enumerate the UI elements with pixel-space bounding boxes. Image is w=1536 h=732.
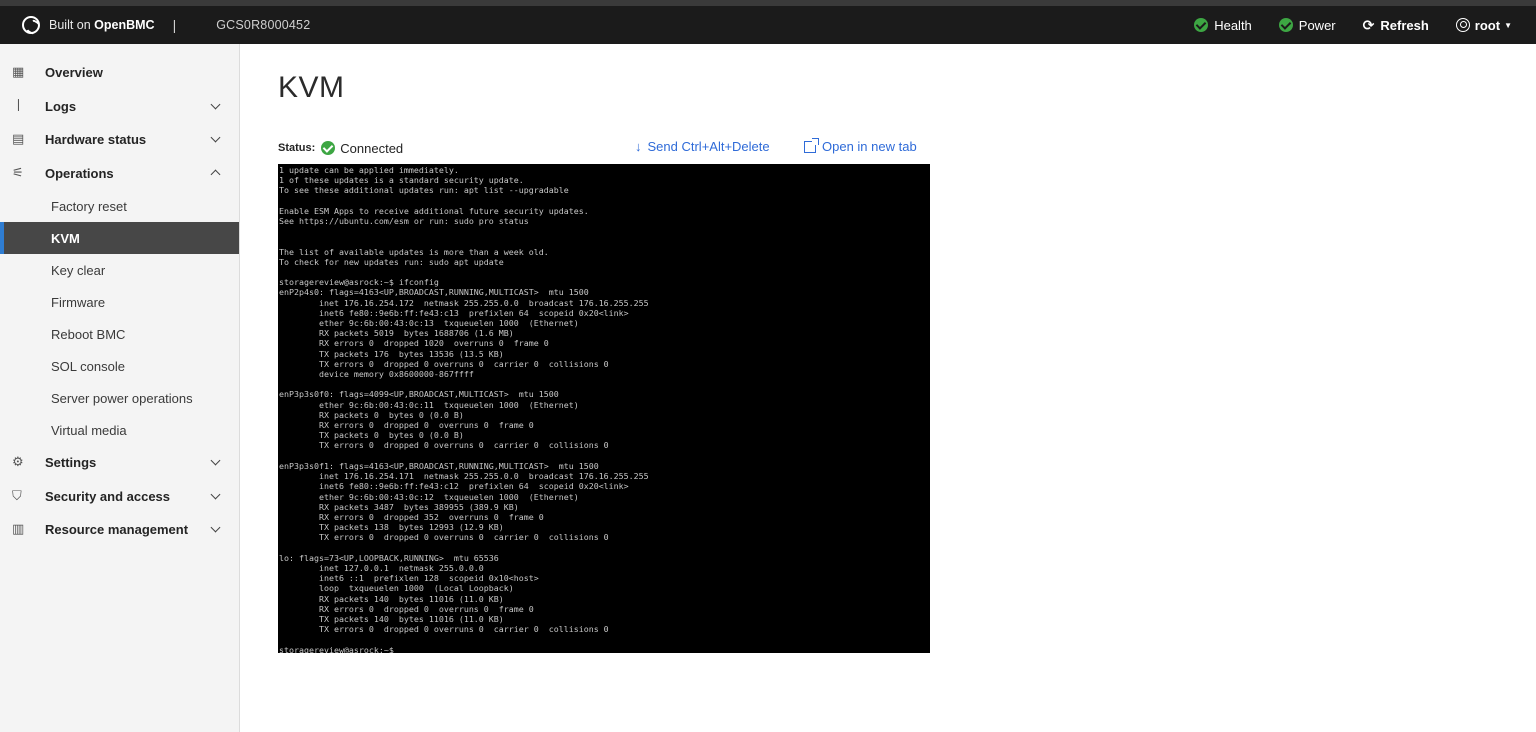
sidebar-subitem-reboot-bmc[interactable]: Reboot BMC — [0, 318, 239, 350]
refresh-button[interactable]: ⟳ Refresh — [1363, 17, 1429, 34]
gear-icon: ⚙ — [12, 454, 24, 469]
operations-icon: ⚟ — [12, 164, 24, 180]
sidebar-item-label: Settings — [45, 455, 97, 471]
brand-name: OpenBMC — [94, 18, 155, 32]
server-serial: GCS0R8000452 — [216, 18, 311, 32]
power-status[interactable]: Power — [1278, 17, 1336, 33]
health-label: Health — [1214, 17, 1252, 33]
sidebar-item-operations[interactable]: ⚟ Operations — [0, 157, 239, 191]
power-label: Power — [1298, 17, 1336, 33]
chevron-down-icon — [210, 522, 221, 533]
sidebar-subitem-factory-reset[interactable]: Factory reset — [0, 190, 239, 222]
send-ctrl-alt-delete-label: Send Ctrl+Alt+Delete — [647, 139, 770, 154]
chevron-down-icon — [210, 489, 221, 499]
sidebar-item-settings[interactable]: ⚙ Settings — [0, 446, 239, 480]
logs-icon: ⼁ — [12, 97, 26, 113]
shield-icon: ⛉ — [12, 487, 22, 503]
caret-down-icon: ▼ — [1504, 20, 1512, 30]
sidebar-item-logs[interactable]: ⼁ Logs — [0, 90, 239, 124]
sidebar-item-hardware-status[interactable]: ▤ Hardware status — [0, 123, 239, 157]
openbmc-logo-icon — [22, 16, 40, 34]
sidebar: ▦ Overview ⼁ Logs ▤ Hardware status ⚟ Op… — [0, 44, 240, 732]
health-status[interactable]: Health — [1194, 18, 1252, 33]
chevron-down-icon — [210, 132, 221, 143]
chevron-up-icon — [210, 169, 221, 179]
power-ok-icon — [1278, 18, 1293, 32]
main-content: KVM Status: Connected ↓ Send Ctrl+Alt+De… — [241, 44, 1536, 732]
sidebar-item-label: Overview — [45, 65, 103, 81]
sidebar-subitem-sol-console[interactable]: SOL console — [0, 350, 239, 382]
brand[interactable]: Built on OpenBMC — [22, 16, 155, 34]
chevron-down-icon — [210, 455, 221, 466]
sidebar-item-overview[interactable]: ▦ Overview — [0, 56, 239, 90]
page-title: KVM — [278, 71, 345, 104]
sidebar-subitem-firmware[interactable]: Firmware — [0, 286, 239, 318]
sidebar-subitem-key-clear[interactable]: Key clear — [0, 254, 239, 286]
open-in-new-tab-button[interactable]: Open in new tab — [804, 137, 917, 154]
sidebar-item-resource-management[interactable]: ▥ Resource management — [0, 513, 239, 547]
brand-prefix: Built on — [49, 18, 95, 32]
open-in-new-tab-label: Open in new tab — [822, 139, 917, 154]
send-ctrl-alt-delete-button[interactable]: ↓ Send Ctrl+Alt+Delete — [635, 139, 770, 154]
header-actions: Health Power ⟳ Refresh root ▼ — [1167, 17, 1512, 34]
sidebar-item-label: Resource management — [45, 522, 189, 538]
refresh-label: Refresh — [1380, 17, 1429, 33]
chevron-down-icon — [210, 99, 221, 109]
sidebar-item-label: Operations — [45, 165, 114, 181]
arrow-down-icon: ↓ — [635, 139, 642, 154]
brand-text: Built on OpenBMC — [49, 18, 155, 32]
top-navigation-bar: Built on OpenBMC | GCS0R8000452 Health P… — [0, 0, 1536, 44]
overview-icon: ▦ — [12, 64, 25, 79]
kvm-status-row: Status: Connected ↓ Send Ctrl+Alt+Delete… — [278, 137, 918, 157]
status-label: Status: — [278, 142, 316, 154]
status-value: Connected — [340, 140, 404, 156]
sidebar-item-label: Security and access — [45, 488, 171, 504]
resource-icon: ▥ — [12, 521, 25, 536]
health-ok-icon — [1194, 18, 1209, 32]
kvm-console-screen[interactable]: 1 update can be applied immediately. 1 o… — [278, 164, 930, 653]
user-menu[interactable]: root ▼ — [1455, 17, 1512, 33]
refresh-icon: ⟳ — [1362, 16, 1375, 33]
sidebar-item-label: Hardware status — [45, 132, 147, 148]
brand-separator: | — [172, 17, 177, 33]
user-icon — [1455, 18, 1470, 32]
sidebar-subitem-server-power-operations[interactable]: Server power operations — [0, 382, 239, 414]
user-label: root — [1474, 17, 1501, 33]
connected-check-icon — [321, 141, 336, 155]
sidebar-item-label: Logs — [45, 98, 77, 114]
sidebar-subitem-kvm[interactable]: KVM — [0, 222, 239, 254]
hardware-icon: ▤ — [12, 131, 25, 146]
sidebar-subitem-virtual-media[interactable]: Virtual media — [0, 414, 239, 446]
external-link-icon — [804, 137, 819, 153]
sidebar-item-security-and-access[interactable]: ⛉ Security and access — [0, 480, 239, 514]
